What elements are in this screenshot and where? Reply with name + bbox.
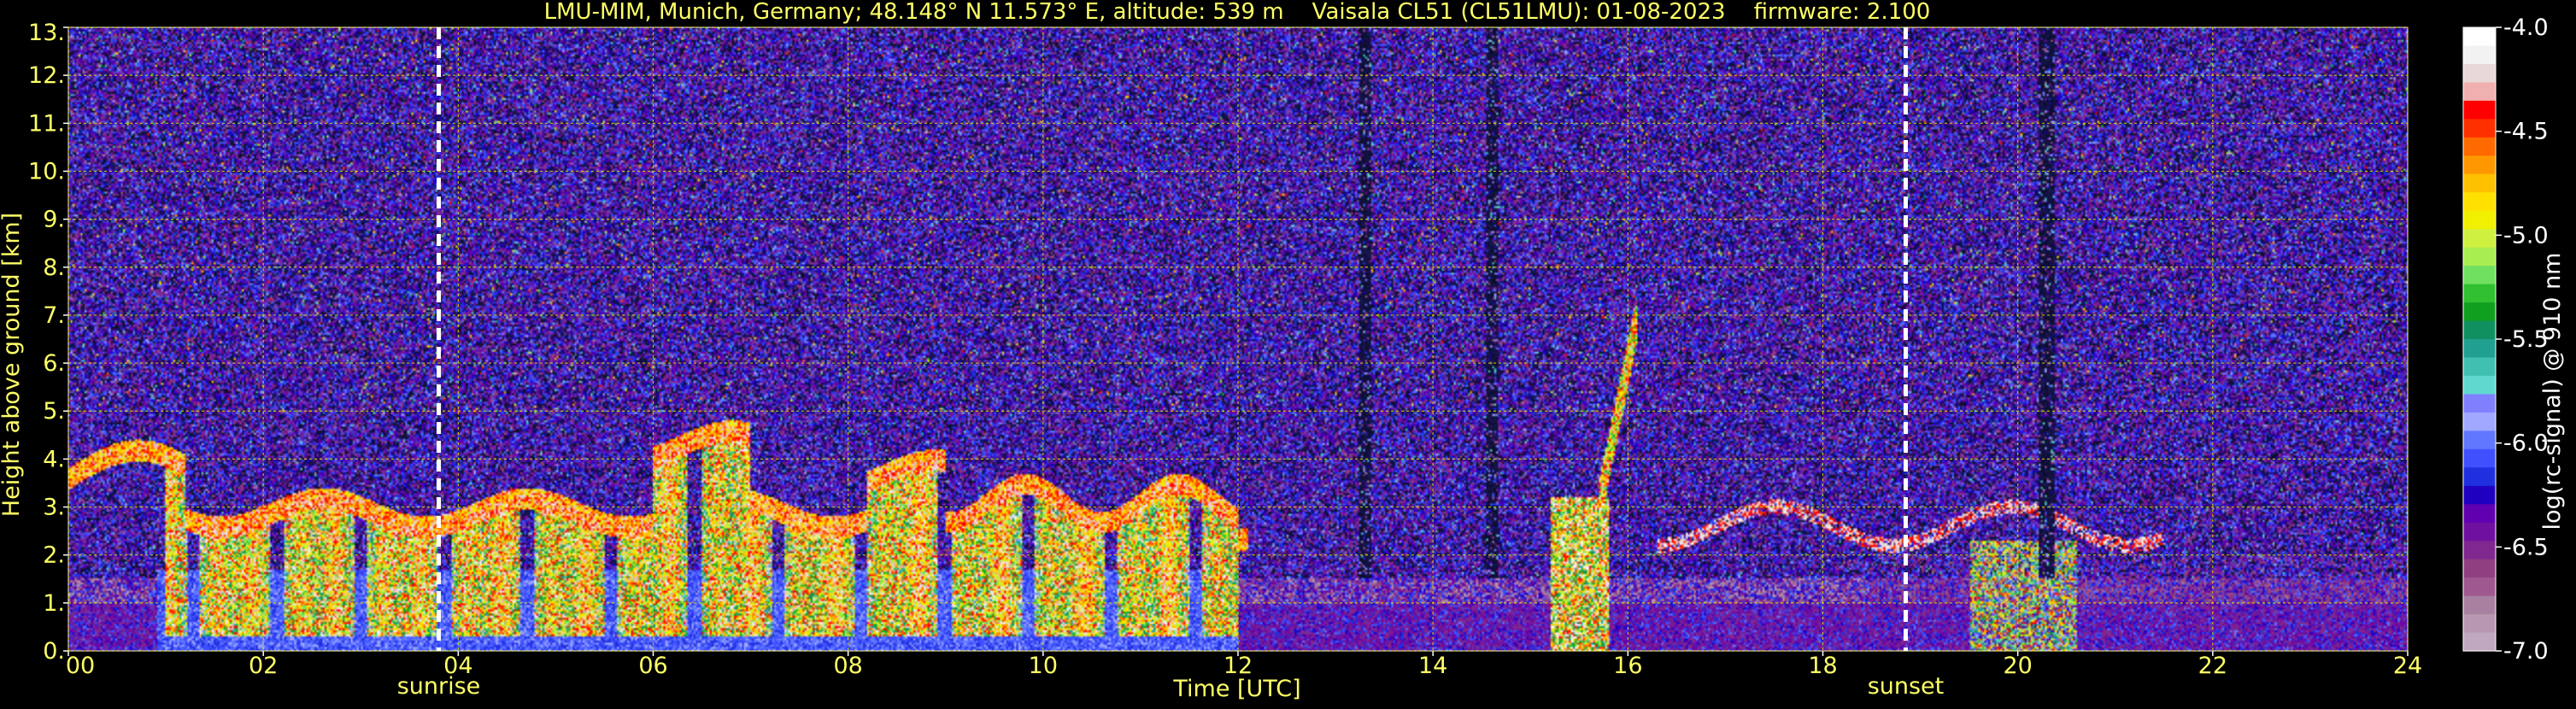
x-axis-label: Time [UTC] bbox=[1172, 676, 1300, 702]
colorbar-tick-label: -7.0 bbox=[2503, 638, 2549, 665]
y-tick-label: 1. bbox=[43, 590, 65, 617]
colorbar-segment bbox=[2463, 522, 2496, 542]
y-tick-label: 5. bbox=[43, 398, 65, 425]
y-tick-label: 4. bbox=[43, 446, 65, 472]
colorbar-segment bbox=[2463, 210, 2496, 230]
x-tick-label: 10 bbox=[1029, 653, 1058, 679]
colorbar-segment bbox=[2463, 137, 2496, 156]
y-tick-label: 7. bbox=[43, 302, 65, 329]
y-tick-label: 0. bbox=[43, 638, 65, 665]
colorbar-segment bbox=[2463, 320, 2496, 340]
colorbar-segment bbox=[2463, 119, 2496, 138]
x-tick-label: 18 bbox=[1808, 653, 1837, 679]
y-tick-label: 13. bbox=[28, 20, 65, 46]
colorbar-segment bbox=[2463, 559, 2496, 578]
colorbar-segment bbox=[2463, 467, 2496, 487]
colorbar-tick-label: -4.0 bbox=[2503, 15, 2549, 41]
colorbar-segment bbox=[2463, 431, 2496, 450]
colorbar-segment bbox=[2463, 577, 2496, 597]
x-tick-label: 08 bbox=[833, 653, 862, 679]
x-tick-label: 20 bbox=[2003, 653, 2032, 679]
x-tick-label: 16 bbox=[1613, 653, 1642, 679]
colorbar-segment bbox=[2463, 155, 2496, 175]
sunset-label: sunset bbox=[1868, 673, 1945, 700]
colorbar-tick-label: -4.5 bbox=[2503, 119, 2549, 145]
x-tick-label: 22 bbox=[2198, 653, 2227, 679]
colorbar-segment bbox=[2463, 82, 2496, 102]
colorbar-segment bbox=[2463, 266, 2496, 285]
colorbar-tick-label: -5.0 bbox=[2503, 222, 2549, 249]
colorbar-segment bbox=[2463, 100, 2496, 120]
y-tick-label: 11. bbox=[28, 110, 65, 137]
colorbar-segment bbox=[2463, 229, 2496, 249]
colorbar-segment bbox=[2463, 614, 2496, 634]
x-tick-label: 04 bbox=[443, 653, 472, 679]
x-tick-label: 24 bbox=[2393, 653, 2422, 679]
y-tick-label: 2. bbox=[43, 542, 65, 569]
colorbar-segment bbox=[2463, 541, 2496, 560]
colorbar-segment bbox=[2463, 192, 2496, 212]
x-tick-label: 06 bbox=[638, 653, 667, 679]
y-tick-label: 10. bbox=[28, 158, 65, 185]
colorbar-segment bbox=[2463, 595, 2496, 615]
y-tick-label: 12. bbox=[28, 62, 65, 89]
ceilometer-chart: sunrise sunset 00 02 04 06 08 10 12 14 16 18 20 22 24… bbox=[0, 0, 2576, 706]
y-tick-label: 3. bbox=[43, 495, 65, 521]
colorbar-segment bbox=[2463, 448, 2496, 468]
colorbar-segment bbox=[2463, 504, 2496, 524]
colorbar-label: log(rc-signal) @ 910 nm bbox=[2539, 253, 2566, 530]
x-tick-label: 00 bbox=[66, 653, 95, 679]
colorbar-segment bbox=[2463, 339, 2496, 359]
colorbar-tick-label: -6.5 bbox=[2503, 534, 2549, 560]
y-axis-label: Height above ground [km] bbox=[0, 213, 25, 517]
chart-title: LMU-MIM, Munich, Germany; 48.148° N 11.5… bbox=[544, 0, 1931, 25]
y-tick-label: 8. bbox=[43, 255, 65, 281]
x-tick-label: 14 bbox=[1418, 653, 1447, 679]
colorbar-segment bbox=[2463, 45, 2496, 65]
colorbar-segment bbox=[2463, 412, 2496, 431]
chart-svg: sunrise sunset 00 02 04 06 08 10 12 14 16 18 20 22 24… bbox=[0, 0, 2576, 706]
colorbar-segment bbox=[2463, 63, 2496, 84]
colorbar-segment bbox=[2463, 375, 2496, 396]
colorbar-segment bbox=[2463, 632, 2496, 652]
colorbar-segment bbox=[2463, 394, 2496, 413]
colorbar-segment bbox=[2463, 357, 2496, 377]
colorbar-segment bbox=[2463, 247, 2496, 267]
x-tick-label: 02 bbox=[249, 653, 278, 679]
colorbar-segment bbox=[2463, 302, 2496, 322]
y-tick-label: 6. bbox=[43, 350, 65, 377]
y-tick-label: 9. bbox=[43, 207, 65, 233]
colorbar-segment bbox=[2463, 27, 2496, 47]
colorbar-segment bbox=[2463, 485, 2496, 505]
colorbar-segment bbox=[2463, 173, 2496, 193]
colorbar-segment bbox=[2463, 284, 2496, 303]
